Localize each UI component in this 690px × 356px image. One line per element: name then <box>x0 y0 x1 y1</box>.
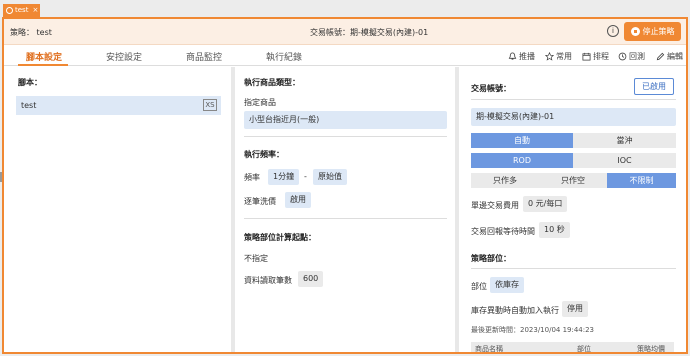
active-tab-underline <box>18 64 68 66</box>
table-header-position[interactable]: 部位 <box>577 344 591 352</box>
stop-icon <box>630 27 640 36</box>
tab-script-settings[interactable]: 腳本設定 <box>26 50 62 63</box>
edit-button[interactable]: 編輯 <box>656 51 683 62</box>
position-table-header: 商品名稱 部位 策略均價 <box>471 342 674 352</box>
script-title: 腳本： <box>18 78 42 87</box>
fee-input[interactable]: 0 元/每口 <box>523 196 568 212</box>
mode-daytrade[interactable]: 當沖 <box>573 133 676 148</box>
wait-label: 交易回報等待時間 <box>471 227 535 236</box>
pencil-icon <box>656 52 665 61</box>
order-type-ioc[interactable]: IOC <box>573 153 676 168</box>
product-type-label: 指定商品 <box>244 98 276 107</box>
strategy-name-text: 策略： test <box>10 28 52 37</box>
order-type-rod[interactable]: ROD <box>471 153 573 168</box>
tab-execution-log[interactable]: 執行紀錄 <box>266 50 302 63</box>
account-text: 交易帳號：期-模擬交易(內建)-01 <box>310 28 429 37</box>
account-title: 交易帳號： <box>471 84 511 93</box>
position-select[interactable]: 依庫存 <box>490 277 524 293</box>
frequency-base-select[interactable]: 原始值 <box>313 169 347 185</box>
mode-auto[interactable]: 自動 <box>471 133 573 148</box>
tick-select[interactable]: 啟用 <box>285 192 311 208</box>
fee-label: 單邊交易費用 <box>471 201 519 210</box>
position-calc-title: 策略部位計算起點： <box>244 233 316 242</box>
table-header-product[interactable]: 商品名稱 <box>475 344 503 352</box>
direction-unlimited[interactable]: 不限制 <box>607 173 676 188</box>
close-tab-icon[interactable]: × <box>32 4 38 17</box>
side-resize-handle[interactable] <box>0 172 2 182</box>
favorite-button[interactable]: 常用 <box>545 51 572 62</box>
table-header-avg-price[interactable]: 策略均價 <box>637 344 665 352</box>
account-select[interactable]: 期-模擬交易(內建)-01 <box>471 108 676 126</box>
calendar-icon <box>582 52 591 61</box>
tab-bar: 腳本設定 安控設定 商品監控 執行紀錄 推播 常用 排程 回測 編輯 <box>4 46 686 66</box>
bell-icon <box>508 52 517 60</box>
info-icon[interactable]: i <box>607 25 619 37</box>
position-label: 部位 <box>471 282 487 291</box>
script-name: test <box>21 101 37 110</box>
xs-script-icon[interactable]: XS <box>203 99 217 111</box>
document-tab-label: test <box>15 6 29 14</box>
document-tab[interactable]: test × <box>3 4 40 17</box>
schedule-button[interactable]: 排程 <box>582 51 609 62</box>
frequency-select[interactable]: 1分鐘 <box>268 169 300 185</box>
frequency-label: 頻率 <box>244 173 260 182</box>
backtest-button[interactable]: 回測 <box>618 51 645 62</box>
script-row[interactable]: test XS <box>16 96 221 115</box>
push-button[interactable]: 推播 <box>508 51 535 62</box>
direction-short-only[interactable]: 只作空 <box>539 173 607 188</box>
divider <box>471 268 676 269</box>
direction-long-only[interactable]: 只作多 <box>471 173 539 188</box>
strategy-window: 策略： test 交易帳號：期-模擬交易(內建)-01 i 停止策略 腳本設定 … <box>2 17 688 354</box>
wait-input[interactable]: 10 秒 <box>539 222 570 238</box>
stop-strategy-button[interactable]: 停止策略 <box>624 22 681 41</box>
position-calc-value: 不指定 <box>244 254 268 263</box>
window-titlebar: test × <box>0 0 690 17</box>
history-icon <box>618 52 627 61</box>
divider <box>244 136 447 137</box>
star-icon <box>545 52 554 61</box>
tab-product-monitor[interactable]: 商品監控 <box>186 50 222 63</box>
divider <box>244 218 447 219</box>
document-tab-icon <box>6 7 13 14</box>
divider <box>471 99 676 100</box>
auto-join-select[interactable]: 停用 <box>562 301 588 317</box>
frequency-title: 執行頻率： <box>244 150 284 159</box>
bars-input[interactable]: 600 <box>298 271 324 287</box>
tick-label: 逐筆洗價 <box>244 197 276 206</box>
frequency-dash: - <box>304 172 307 181</box>
tab-safety-settings[interactable]: 安控設定 <box>106 50 142 63</box>
last-update-text: 最後更新時間：2023/10/04 19:44:23 <box>471 326 595 334</box>
bars-label: 資料讀取筆數 <box>244 276 292 285</box>
strategy-position-title: 策略部位： <box>471 254 511 263</box>
product-select[interactable]: 小型台指近月(一般) <box>244 111 447 129</box>
product-type-title: 執行商品類型： <box>244 78 300 87</box>
strategy-header: 策略： test 交易帳號：期-模擬交易(內建)-01 i 停止策略 <box>4 19 686 45</box>
enabled-button[interactable]: 已啟用 <box>634 78 674 95</box>
vertical-scrollbar[interactable] <box>686 67 688 354</box>
auto-join-label: 庫存異動時自動加入執行 <box>471 306 559 315</box>
